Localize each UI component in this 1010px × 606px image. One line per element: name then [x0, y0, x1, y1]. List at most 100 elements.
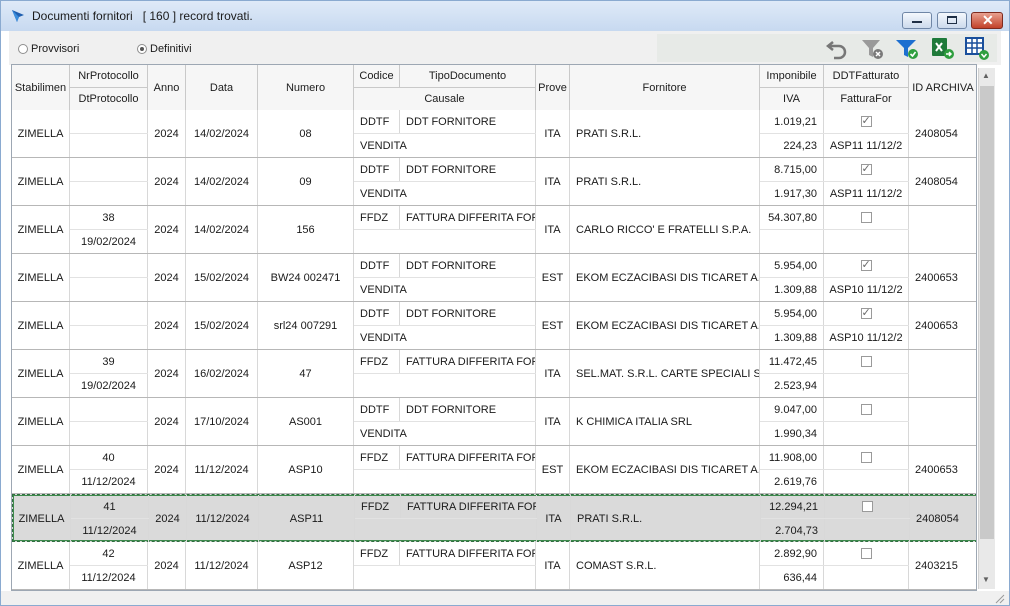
ddt-fatturato-checkbox[interactable] [860, 162, 872, 175]
header-codice[interactable]: Codice [354, 65, 400, 87]
ddt-fatturato-checkbox[interactable] [860, 356, 872, 367]
cell-data: 14/02/2024 [186, 158, 258, 205]
radio-definitivi-dot[interactable] [137, 44, 147, 54]
row-divider [70, 181, 148, 182]
cell-prove: ITA [537, 495, 571, 542]
header-fatturafor[interactable]: FatturaFor [824, 88, 909, 110]
cell-stabilimento: ZIMELLA [12, 302, 70, 349]
header-fornitore[interactable]: Fornitore [570, 65, 760, 110]
cell-imponibile: 2.892,90 [760, 542, 824, 565]
scrollbar-thumb[interactable] [980, 86, 994, 539]
cell-nrprotocollo [70, 158, 148, 181]
table-row[interactable]: ZIMELLA 39 19/02/2024 2024 16/02/2024 47 FFDZ F… [12, 350, 976, 398]
header-tipodocumento[interactable]: TipoDocumento [400, 65, 536, 87]
ddt-fatturato-checkbox[interactable] [860, 452, 872, 463]
restore-icon [947, 16, 957, 24]
ddt-fatturato-checkbox[interactable] [860, 258, 872, 271]
cell-codice: FFDZ [354, 542, 400, 565]
table-row[interactable]: ZIMELLA 40 11/12/2024 2024 11/12/2024 ASP10 FF… [12, 446, 976, 494]
cell-data: 15/02/2024 [186, 302, 258, 349]
cell-prove: ITA [536, 206, 570, 253]
cell-dtprotocollo: 11/12/2024 [71, 519, 149, 542]
ddt-fatturato-checkbox[interactable] [860, 212, 872, 223]
header-data[interactable]: Data [186, 65, 258, 110]
row-divider [760, 373, 909, 374]
cell-anno: 2024 [148, 446, 186, 493]
header-iva[interactable]: IVA [760, 88, 824, 110]
header-stabilimento[interactable]: Stabilimen [12, 65, 70, 110]
header-idarchiva[interactable]: ID ARCHIVA [909, 65, 976, 110]
cell-numero: 47 [258, 350, 354, 397]
cell-fornitore: K CHIMICA ITALIA SRL [570, 398, 760, 445]
cell-stabilimento: ZIMELLA [12, 446, 70, 493]
header-ddtfatturato[interactable]: DDTFatturato [824, 65, 909, 87]
cell-anno: 2024 [148, 206, 186, 253]
header-numero[interactable]: Numero [258, 65, 354, 110]
ddt-fatturato-checkbox[interactable] [860, 404, 872, 415]
cell-stabilimento: ZIMELLA [12, 206, 70, 253]
cell-tipodocumento: FATTURA DIFFERITA FOR [400, 542, 536, 565]
maximize-button[interactable] [937, 12, 967, 29]
ddt-fatturato-checkbox[interactable] [860, 548, 872, 559]
cell-ddtfatturato [824, 158, 909, 181]
cell-dtprotocollo [70, 278, 148, 301]
table-row[interactable]: ZIMELLA 2024 15/02/2024 srl24 007291 DDTF DDT… [12, 302, 976, 350]
scroll-down-icon[interactable]: ▼ [982, 575, 990, 584]
header-nrprotocollo[interactable]: NrProtocollo [70, 65, 148, 87]
table-row[interactable]: ZIMELLA 41 11/12/2024 2024 11/12/2024 ASP11 FF… [12, 494, 976, 542]
table-row[interactable]: ZIMELLA 2024 14/02/2024 09 DDTF DDT FORNITORE… [12, 158, 976, 206]
cell-fatturafor: ASP10 11/12/2 [824, 278, 909, 301]
header-dtprotocollo[interactable]: DtProtocollo [70, 88, 148, 110]
ddt-fatturato-checkbox[interactable] [861, 501, 873, 512]
table-row[interactable]: ZIMELLA 42 11/12/2024 2024 11/12/2024 ASP12 FF… [12, 542, 976, 590]
table-row[interactable]: ZIMELLA 2024 14/02/2024 08 DDTF DDT FORNITORE… [12, 110, 976, 158]
cell-stabilimento: ZIMELLA [12, 110, 70, 157]
row-divider [354, 469, 536, 470]
grid-settings-icon[interactable] [964, 35, 990, 61]
cell-fatturafor: ASP10 11/12/2 [824, 326, 909, 349]
header-causale[interactable]: Causale [354, 88, 536, 110]
radio-definitivi[interactable]: Definitivi [137, 43, 192, 55]
cell-iva: 1.917,30 [760, 182, 824, 205]
cell-data: 17/10/2024 [186, 398, 258, 445]
cell-fornitore: COMAST S.R.L. [570, 542, 760, 589]
cell-numero: ASP10 [258, 446, 354, 493]
scroll-up-icon[interactable]: ▲ [982, 71, 990, 80]
minimize-button[interactable] [902, 12, 932, 29]
resize-grip-icon[interactable] [993, 592, 1005, 604]
ddt-fatturato-checkbox[interactable] [860, 114, 872, 127]
vertical-scrollbar[interactable]: ▲ ▼ [978, 68, 995, 589]
cell-dtprotocollo [70, 326, 148, 349]
table-row[interactable]: ZIMELLA 2024 15/02/2024 BW24 002471 DDTF DDT … [12, 254, 976, 302]
cell-stabilimento: ZIMELLA [12, 350, 70, 397]
row-divider [354, 277, 536, 278]
cell-fatturafor: ASP11 11/12/2 [824, 134, 909, 157]
header-imponibile[interactable]: Imponibile [760, 65, 824, 87]
undo-icon[interactable] [825, 35, 851, 61]
cell-anno: 2024 [148, 110, 186, 157]
close-button[interactable]: ✕ [971, 12, 1003, 29]
table-row[interactable]: ZIMELLA 38 19/02/2024 2024 14/02/2024 156 FFDZ… [12, 206, 976, 254]
header-divider [70, 87, 148, 88]
excel-export-icon[interactable] [930, 35, 956, 61]
ddt-fatturato-checkbox[interactable] [860, 306, 872, 319]
cell-idarchiva [909, 350, 976, 397]
radio-provvisori[interactable]: Provvisori [18, 43, 79, 55]
header-prove[interactable]: Prove [536, 65, 570, 110]
row-divider [760, 421, 909, 422]
cell-idarchiva: 2400653 [909, 302, 976, 349]
cell-nrprotocollo [70, 398, 148, 421]
cell-prove: ITA [536, 542, 570, 589]
cell-tipodocumento: FATTURA DIFFERITA FOR [400, 446, 536, 469]
filter-clear-icon[interactable] [859, 35, 885, 61]
table-row[interactable]: ZIMELLA 2024 17/10/2024 AS001 DDTF DDT FORNIT… [12, 398, 976, 446]
row-divider [761, 518, 910, 519]
header-anno[interactable]: Anno [148, 65, 186, 110]
title-bar[interactable]: Documenti fornitori [ 160 ] record trova… [1, 1, 1009, 31]
row-divider [760, 325, 909, 326]
filter-apply-icon[interactable] [894, 35, 920, 61]
header-divider [354, 87, 536, 88]
radio-definitivi-label: Definitivi [150, 43, 192, 55]
radio-provvisori-dot[interactable] [18, 44, 28, 54]
cell-fatturafor [824, 566, 909, 589]
